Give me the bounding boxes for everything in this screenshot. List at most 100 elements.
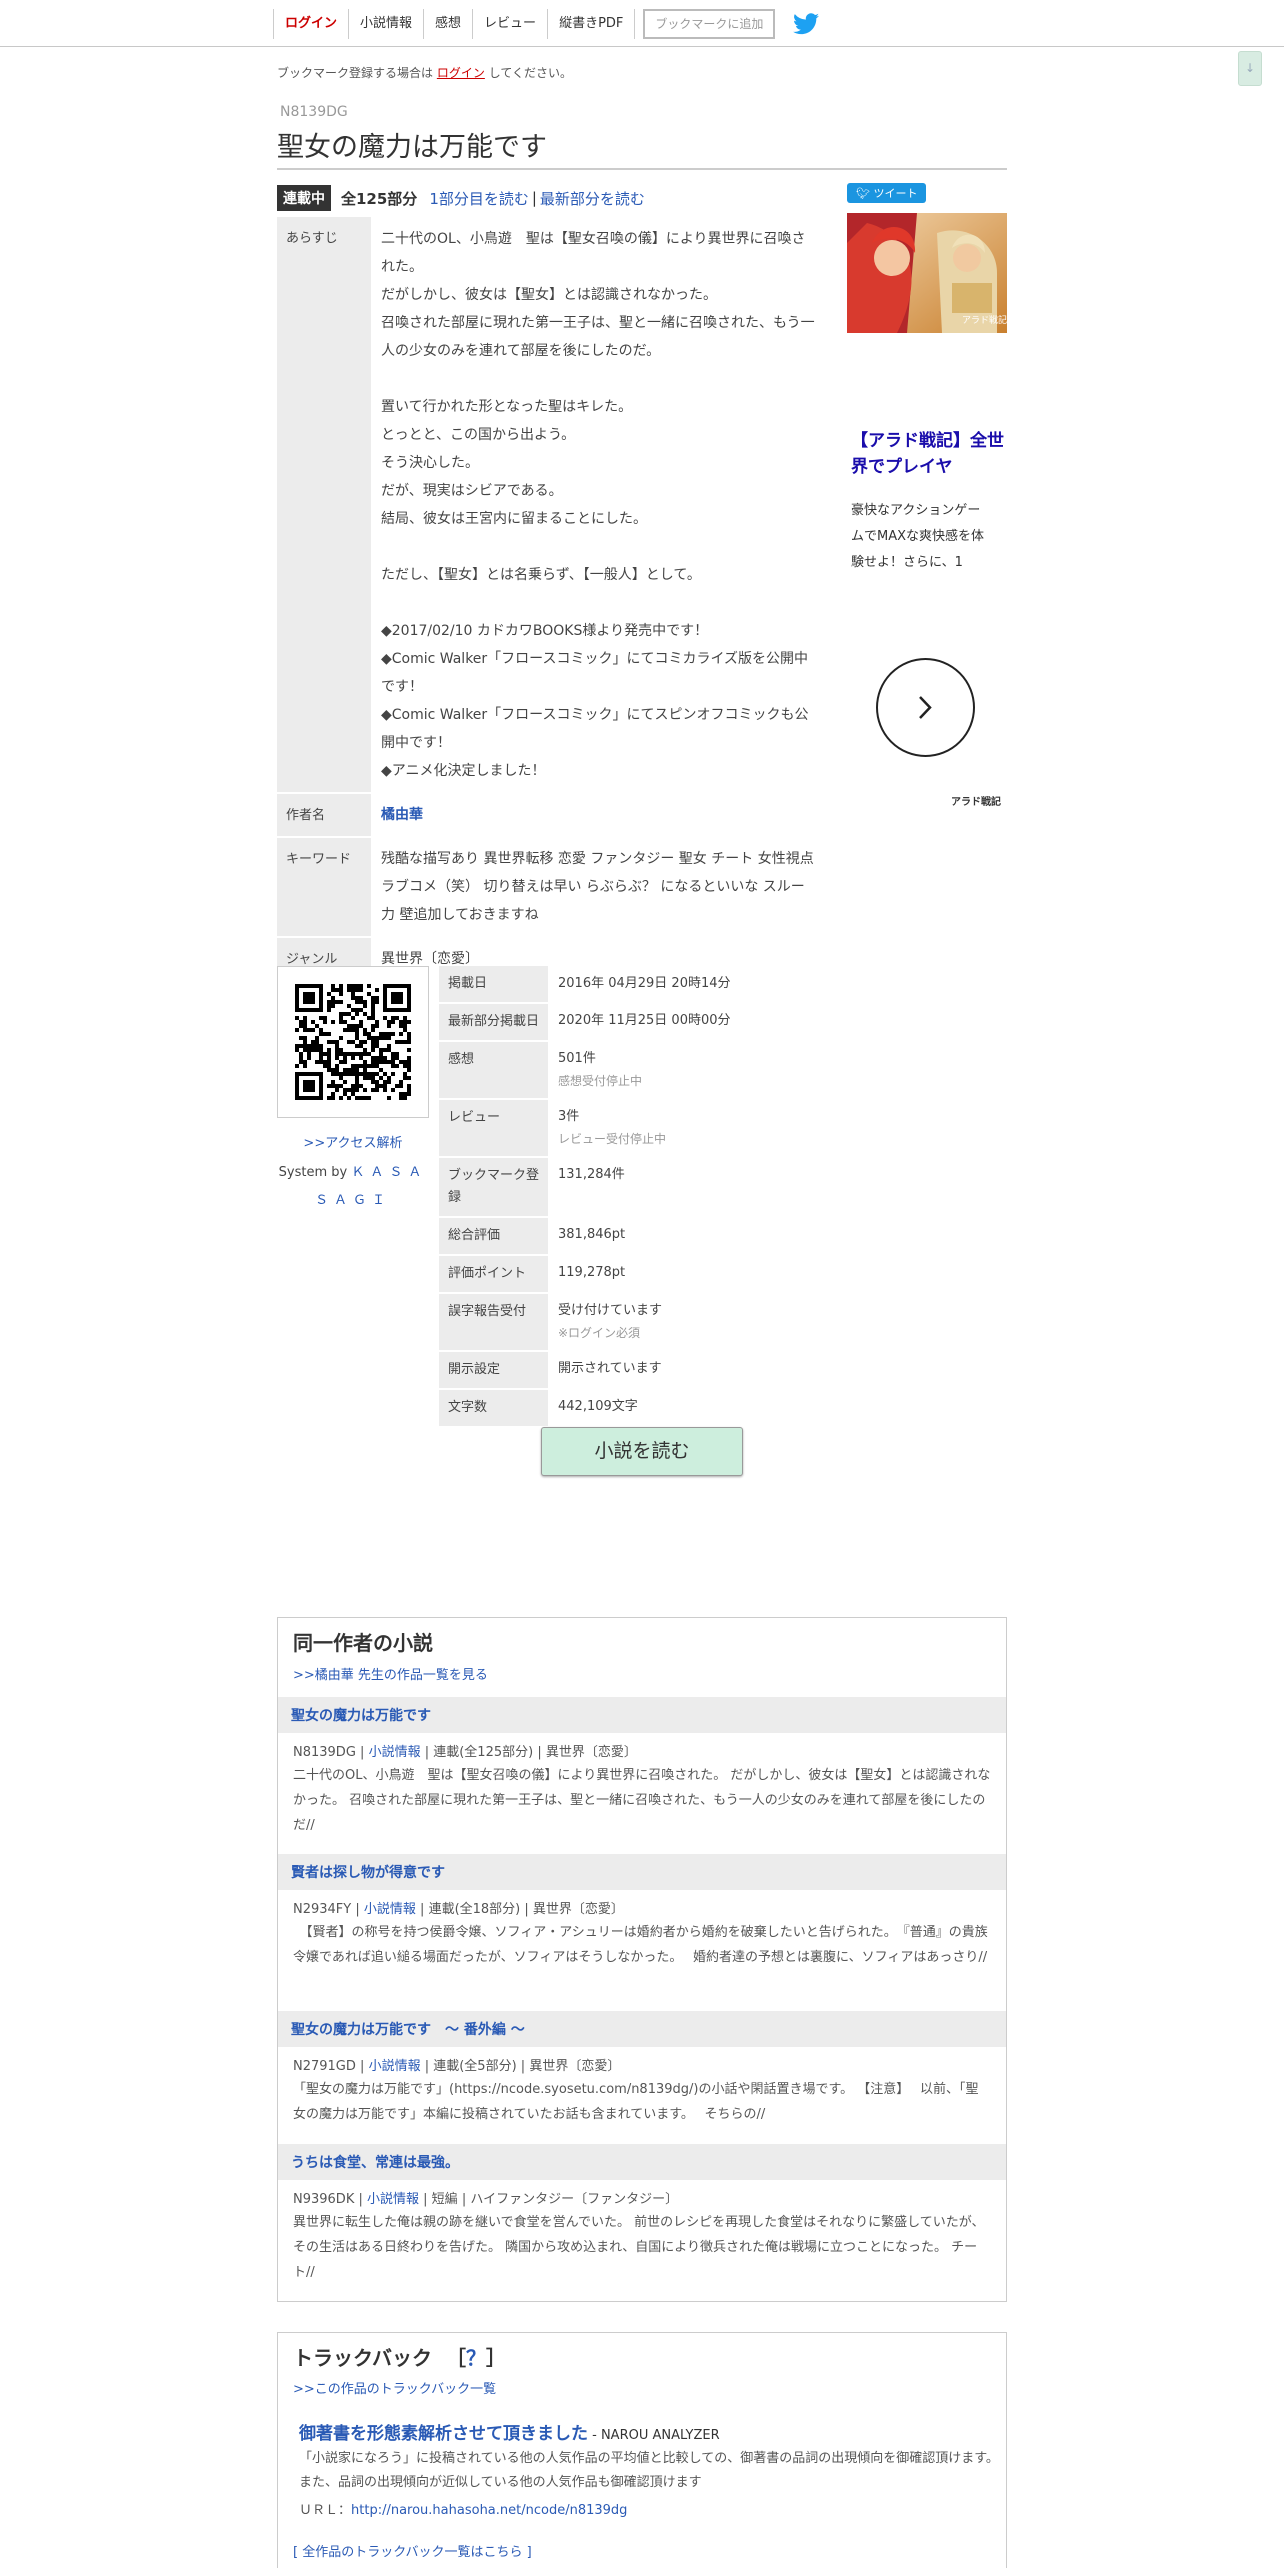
ad-text[interactable]: 豪快なアクションゲームでMAXな爽快感を体験せよ！さらに、1 [851,498,991,576]
trackback-list-link[interactable]: >>この作品のトラックバック一覧 [293,2378,496,2397]
work-item: 聖女の魔力は万能です N8139DG | 小説情報 | 連載(全125部分) |… [278,1697,1006,1838]
stat-value: 381,846pt [558,1227,626,1242]
login-link[interactable]: ログイン [437,66,485,80]
tweet-button[interactable]: 🐦︎ ツイート [847,183,927,203]
novel-info-table: あらすじ 二十代のOL、小鳥遊 聖は【聖女召喚の儀】により異世界に召喚された。 … [277,217,822,982]
author-label: 作者名 [277,793,371,838]
stat-label: 文字数 [439,1389,548,1428]
nav-novel-info[interactable]: 小説情報 [348,9,423,39]
chevron-right-icon [919,696,932,719]
author-link[interactable]: 橘由華 [381,807,423,823]
trackback-heading: トラックバック [293,2346,432,2370]
all-trackbacks-link[interactable]: [ 全作品のトラックバック一覧はこちら ] [293,2541,532,2560]
work-info-link[interactable]: 小説情報 [369,1745,421,1760]
work-info-link[interactable]: 小説情報 [367,2192,419,2207]
ad-title[interactable]: 【アラド戦記】全世界でプレイヤ [851,428,1011,480]
keyword-label: キーワード [277,837,371,938]
stat-row: 文字数 442,109文字 [439,1389,1007,1428]
stat-row: 最新部分掲載日 2020年 11月25日 00時00分 [439,1003,1007,1042]
scroll-down-button[interactable]: ↓ [1238,51,1262,86]
work-title[interactable]: うちは食堂、常連は最強。 [278,2144,1006,2180]
ad-next-button[interactable] [876,658,975,757]
work-title[interactable]: 聖女の魔力は万能です ～ 番外編 ～ [278,2011,1006,2047]
nav-reviews[interactable]: レビュー [472,9,547,39]
stat-value: 131,284件 [558,1167,625,1182]
add-bookmark-button[interactable]: ブックマークに追加 [643,9,776,39]
work-title[interactable]: 賢者は探し物が得意です [278,1854,1006,1890]
login-note-suffix: してください。 [488,66,572,80]
stat-value: 開示されています [558,1361,662,1376]
title-divider [277,168,1007,170]
stat-label: 総合評価 [439,1217,548,1256]
work-meta: N2934FY | 小説情報 | 連載(全18部分) | 異世界〔恋愛〕 [293,1902,624,1917]
top-nav: ログイン 小説情報 感想 レビュー 縦書きPDF ブックマークに追加 [273,8,820,40]
stat-label: 最新部分掲載日 [439,1003,548,1042]
synopsis-line: ◆Comic Walker「フロースコミック」にてコミカライズ版を公開中です！ [381,651,809,695]
system-by: System by ＫＡＳＡＳＡＧＩ [277,1159,429,1215]
stat-row: 誤字報告受付 受け付けています ※ログイン必須 [439,1293,1007,1352]
work-description: 【賢者】の称号を持つ侯爵令嬢、ソフィア・アシュリーは婚約者から婚約を破棄したいと… [293,1925,988,1965]
status-row: 連載中 全125部分 1部分目を読む | 最新部分を読む [277,185,645,211]
synopsis-line: だが、現実はシビアである。 [381,483,563,499]
trackback-section: トラックバック ［？］ >>この作品のトラックバック一覧 御著書を形態素解析させ… [277,2332,1007,2568]
stat-label: ブックマーク登録 [439,1157,548,1218]
ad-source[interactable]: アラド戦記 [951,793,1001,808]
nav-impressions[interactable]: 感想 [423,9,472,39]
read-novel-button[interactable]: 小説を読む [541,1427,743,1476]
nav-login[interactable]: ログイン [273,9,348,39]
stat-value: 501件 感想受付停止中 [548,1041,1007,1099]
access-analysis-link[interactable]: >>アクセス解析 [277,1132,429,1151]
stat-row: ブックマーク登録 131,284件 [439,1157,1007,1218]
synopsis-line: そう決心した。 [381,455,479,471]
stat-row: 評価ポイント 119,278pt [439,1255,1007,1294]
stats-table: 掲載日 2016年 04月29日 20時14分 最新部分掲載日 2020年 11月2… [439,966,1007,1428]
trackback-help-link[interactable]: ？ [466,2346,486,2370]
stat-row: レビュー 3件 レビュー受付停止中 [439,1099,1007,1158]
stat-note: レビュー受付停止中 [558,1132,667,1146]
tweet-label: ツイート [873,187,918,200]
work-meta: N8139DG | 小説情報 | 連載(全125部分) | 異世界〔恋愛〕 [293,1745,637,1760]
trackback-url-link[interactable]: http://narou.hahasoha.net/ncode/n8139dg [351,2503,627,2518]
episode-count: 全125部分 [341,189,418,208]
synopsis: 二十代のOL、小鳥遊 聖は【聖女召喚の儀】により異世界に召喚された。 だがしかし… [371,217,822,793]
work-description: 異世界に転生した俺は親の跡を継いで食堂を営んでいた。 前世のレシピを再現した食堂… [293,2215,985,2280]
synopsis-line: ◆2017/02/10 カドカワBOOKS様より発売中です！ [381,623,709,639]
trackback-entry-link[interactable]: 御著書を形態素解析させて頂きました [299,2424,588,2444]
work-info-link[interactable]: 小説情報 [364,1902,416,1917]
synopsis-line: ◆アニメ化決定しました！ [381,763,546,779]
trackback-url: ＵＲＬ：http://narou.hahasoha.net/ncode/n813… [299,2503,628,2518]
keyword-row: キーワード 残酷な描写あり 異世界転移 恋愛 ファンタジー 聖女 チート 女性視… [277,837,822,938]
read-first-link[interactable]: 1部分目を読む [429,188,529,209]
stat-note: 感想受付停止中 [558,1074,643,1088]
synopsis-line [381,589,818,617]
synopsis-line: とっとと、この国から出よう。 [381,427,576,443]
work-meta: N9396DK | 小説情報 | 短編 | ハイファンタジー〔ファンタジー〕 [293,2192,679,2207]
synopsis-line: 結局、彼女は王宮内に留まることにした。 [381,511,647,527]
stat-value: 2016年 04月29日 20時14分 [558,976,731,991]
work-item: 聖女の魔力は万能です ～ 番外編 ～ N2791GD | 小説情報 | 連載(全… [278,2011,1006,2127]
ad-image[interactable]: アラド戦記 [847,213,1007,333]
author-works-link[interactable]: >>橘由華 先生の作品一覧を見る [293,1664,488,1683]
work-info-link[interactable]: 小説情報 [369,2059,421,2074]
read-latest-link[interactable]: 最新部分を読む [540,188,645,209]
serial-status-badge: 連載中 [277,185,331,211]
stat-value: 2020年 11月25日 00時00分 [558,1013,731,1028]
work-title[interactable]: 聖女の魔力は万能です [278,1697,1006,1733]
trackback-entry: 御著書を形態素解析させて頂きました - NAROU ANALYZER [299,2419,720,2444]
trackback-description: 「小説家になろう」に投稿されている他の人気作品の平均値と比較しての、御著書の品詞… [299,2451,999,2490]
synopsis-line [381,533,818,561]
stat-label: 開示設定 [439,1351,548,1390]
synopsis-line: ◆Comic Walker「フロースコミック」にてスピンオフコミックも公開中です… [381,707,809,751]
work-item: 賢者は探し物が得意です N2934FY | 小説情報 | 連載(全18部分) |… [278,1854,1006,1970]
stat-value: 3件 レビュー受付停止中 [548,1099,1007,1157]
ad-image-caption: アラド戦記 [962,314,1007,325]
twitter-icon[interactable] [793,13,820,35]
qr-code [277,966,429,1118]
stat-value: 受け付けています ※ログイン必須 [548,1293,1007,1351]
nav-vertical-pdf[interactable]: 縦書きPDF [547,9,636,39]
stat-row: 掲載日 2016年 04月29日 20時14分 [439,966,1007,1004]
stat-label: レビュー [439,1099,548,1158]
ncode: N8139DG [280,104,348,120]
login-note: ブックマーク登録する場合は ログイン してください。 [277,64,572,81]
page-title: 聖女の魔力は万能です [277,132,547,163]
